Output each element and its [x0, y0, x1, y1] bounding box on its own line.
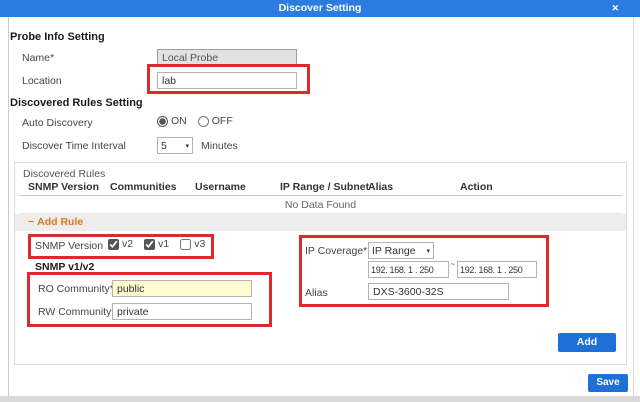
collapse-icon: −	[28, 216, 34, 228]
alias-label: Alias	[305, 287, 328, 299]
ip-range-to-input[interactable]	[457, 261, 537, 278]
ro-community-label: RO Community*	[38, 283, 114, 295]
close-icon[interactable]: ✕	[611, 0, 619, 17]
no-data-row: No Data Found	[19, 197, 622, 214]
rules-table-header: SNMP Version Communities Username IP Ran…	[19, 179, 622, 196]
rw-community-label: RW Community	[38, 306, 111, 318]
auto-discovery-label: Auto Discovery	[22, 117, 93, 129]
add-button[interactable]: Add	[558, 333, 616, 352]
dialog-titlebar: Discover Setting ✕	[0, 0, 640, 17]
name-input	[157, 49, 297, 66]
off-label: OFF	[212, 115, 233, 127]
snmp-v1-checkbox[interactable]	[144, 239, 155, 250]
add-rule-label: Add Rule	[37, 216, 83, 228]
column-action: Action	[460, 179, 493, 196]
snmp-v2-option[interactable]: v2	[108, 238, 133, 250]
column-username: Username	[195, 179, 246, 196]
snmp-v3-checkbox[interactable]	[180, 239, 191, 250]
ro-community-input[interactable]	[112, 280, 252, 297]
interval-label: Discover Time Interval	[22, 140, 126, 152]
column-alias: Alias	[368, 179, 393, 196]
auto-discovery-radio-group: ON OFF	[157, 115, 233, 127]
name-label: Name*	[22, 52, 54, 64]
discover-setting-dialog: Discover Setting ✕ Probe Info Setting Na…	[0, 0, 640, 402]
ip-coverage-label: IP Coverage*	[305, 245, 367, 257]
snmp-v2-checkbox[interactable]	[108, 239, 119, 250]
alias-input[interactable]	[368, 283, 509, 300]
page-background-strip	[0, 396, 640, 402]
rules-setting-heading: Discovered Rules Setting	[10, 97, 143, 109]
add-rule-toggle[interactable]: −Add Rule	[15, 214, 626, 231]
ip-range-from-input[interactable]	[368, 261, 449, 278]
auto-discovery-off-option[interactable]: OFF	[198, 115, 233, 127]
interval-select[interactable]: 5 ▾	[157, 137, 193, 154]
snmp-v3-label: v3	[194, 238, 205, 250]
snmp-version-checkboxes: v2 v1 v3	[108, 238, 205, 250]
ip-range-separator: ~	[450, 259, 455, 269]
auto-discovery-on-option[interactable]: ON	[157, 115, 187, 127]
rw-community-input[interactable]	[112, 303, 252, 320]
snmp-v1-option[interactable]: v1	[144, 238, 169, 250]
interval-value: 5	[161, 140, 167, 152]
save-button[interactable]: Save	[588, 374, 628, 392]
dialog-left-border	[8, 17, 9, 397]
location-input[interactable]	[157, 72, 297, 89]
chevron-down-icon: ▾	[185, 142, 189, 150]
interval-unit-label: Minutes	[201, 140, 238, 152]
snmp-v2-label: v2	[122, 238, 133, 250]
snmp-v3-option[interactable]: v3	[180, 238, 205, 250]
auto-discovery-off-radio[interactable]	[198, 116, 209, 127]
column-ip-range-subnet: IP Range / Subnet	[280, 179, 369, 196]
auto-discovery-on-radio[interactable]	[157, 116, 168, 127]
column-snmp-version: SNMP Version	[28, 179, 99, 196]
snmp-version-label: SNMP Version	[35, 240, 103, 252]
ip-coverage-select[interactable]: IP Range ▾	[368, 242, 434, 259]
on-label: ON	[171, 115, 187, 127]
snmp-v1v2-heading: SNMP v1/v2	[35, 261, 94, 273]
dialog-right-border	[633, 17, 634, 397]
location-label: Location	[22, 75, 62, 87]
snmp-v1-label: v1	[158, 238, 169, 250]
chevron-down-icon: ▾	[426, 247, 430, 255]
probe-info-heading: Probe Info Setting	[10, 31, 105, 43]
ip-coverage-value: IP Range	[372, 245, 416, 257]
column-communities: Communities	[110, 179, 177, 196]
dialog-title: Discover Setting	[0, 0, 640, 17]
